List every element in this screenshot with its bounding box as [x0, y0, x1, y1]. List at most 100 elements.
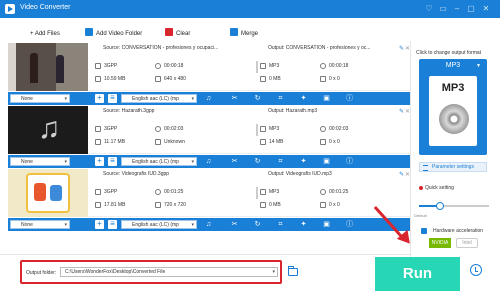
output-resolution: 0 x 0: [329, 76, 340, 82]
cart-icon[interactable]: ▭: [437, 3, 449, 15]
audio-track-select[interactable]: English aac (LC) (mp ▾: [121, 157, 197, 166]
source-resolution: Unknown: [164, 139, 185, 145]
run-button[interactable]: Run: [375, 257, 460, 291]
parameter-settings-button[interactable]: Parameter settings: [419, 162, 487, 172]
convert-arrow: [256, 61, 258, 73]
edit-icon[interactable]: ✎: [399, 45, 404, 52]
format-icon: [260, 189, 266, 195]
output-duration: 00:01:25: [329, 189, 349, 195]
output-resolution: 0 x 0: [329, 202, 340, 208]
format-hint: Click to change output format: [416, 50, 482, 56]
source-resolution: 640 x 480: [164, 76, 186, 82]
slider-knob[interactable]: [436, 202, 444, 210]
folder-icon[interactable]: [288, 266, 298, 276]
source-format: 3GPP: [104, 189, 118, 195]
trim-icon[interactable]: ✂: [230, 94, 239, 103]
subtitle-select[interactable]: None ▾: [10, 220, 70, 229]
output-settings-panel: Click to change output format MP3 ▼ MP3 …: [410, 41, 500, 291]
watermark-icon[interactable]: ▣: [322, 220, 331, 229]
size-icon: [260, 76, 266, 82]
app-logo-icon: [5, 4, 15, 14]
task-options-bar: None ▾ + ≡ English aac (LC) (mp ▾ ♫ ✂ ↻ ⌗ …: [8, 92, 410, 105]
convert-arrow: [256, 124, 258, 136]
clock-icon: [320, 189, 326, 195]
clock-icon: [155, 126, 161, 132]
info-icon[interactable]: ⓘ: [345, 157, 354, 166]
clear-button[interactable]: Clear: [165, 28, 190, 41]
subtitle-select[interactable]: None ▾: [10, 94, 70, 103]
clock-icon: [320, 63, 326, 69]
rotate-icon[interactable]: ↻: [253, 157, 262, 166]
rotate-icon[interactable]: ↻: [253, 220, 262, 229]
edit-icon[interactable]: ✎: [399, 108, 404, 115]
thumbnail[interactable]: ♫: [8, 106, 88, 154]
trim-icon[interactable]: ✂: [230, 157, 239, 166]
minimize-button[interactable]: –: [451, 3, 463, 15]
output-format-selector[interactable]: MP3 ▼ MP3: [419, 59, 487, 155]
source-format: 3GPP: [104, 126, 118, 132]
add-files-button[interactable]: + Add Files: [30, 28, 60, 41]
alarm-clock-icon[interactable]: [470, 264, 482, 276]
rotate-icon[interactable]: ↻: [253, 94, 262, 103]
audio-track-select[interactable]: English aac (LC) (mp ▾: [121, 94, 197, 103]
resolution-icon: [155, 202, 161, 208]
intel-badge[interactable]: Intel: [456, 238, 478, 248]
merge-button[interactable]: Merge: [230, 28, 258, 41]
size-icon: [95, 76, 101, 82]
trim-icon[interactable]: ✂: [230, 220, 239, 229]
add-subtitle-button[interactable]: +: [95, 220, 104, 229]
size-icon: [260, 202, 266, 208]
quality-slider[interactable]: [419, 201, 497, 211]
audio-icon[interactable]: ♫: [204, 157, 213, 166]
output-name: Output: Hazarath.mp3: [268, 108, 318, 114]
info-icon[interactable]: ⓘ: [345, 220, 354, 229]
subtitle-edit-button[interactable]: ≡: [108, 220, 117, 229]
resolution-icon: [320, 202, 326, 208]
subtitle-edit-button[interactable]: ≡: [108, 157, 117, 166]
source-name: Source: Hazarath.3gpp: [103, 108, 155, 114]
output-duration: 00:02:03: [329, 126, 349, 132]
subtitle-select[interactable]: None ▾: [10, 157, 70, 166]
output-folder-field[interactable]: C:\Users\WonderFox\Desktop\Converted Fil…: [60, 267, 278, 277]
mp3-format-icon: MP3: [429, 76, 477, 146]
output-name: Output: CONVERSATION - profesiones y oc.…: [268, 45, 371, 51]
task-row: ♫ Source: Hazarath.3gpp 3GPP 00:02:03 11…: [8, 106, 410, 154]
info-icon[interactable]: ⓘ: [345, 94, 354, 103]
merge-icon: [230, 28, 238, 36]
add-subtitle-button[interactable]: +: [95, 157, 104, 166]
title-bar: Video Converter ♡ ▭ – ▢ ✕: [0, 0, 500, 18]
nvidia-badge[interactable]: NVIDIA: [429, 238, 451, 248]
format-icon: [260, 63, 266, 69]
watermark-icon[interactable]: ▣: [322, 157, 331, 166]
audio-icon[interactable]: ♫: [204, 94, 213, 103]
crop-icon[interactable]: ⌗: [276, 220, 285, 229]
format-icon: [260, 126, 266, 132]
hardware-acceleration-toggle[interactable]: Hardware acceleration: [419, 226, 497, 236]
format-icon-text: MP3: [441, 82, 465, 94]
chevron-down-icon: ▼: [476, 63, 481, 69]
app-title: Video Converter: [20, 4, 71, 11]
audio-track-select[interactable]: English aac (LC) (mp ▾: [121, 220, 197, 229]
watermark-icon[interactable]: ▣: [322, 94, 331, 103]
subtitle-edit-button[interactable]: ≡: [108, 94, 117, 103]
resolution-icon: [155, 139, 161, 145]
output-size: 0 MB: [269, 76, 281, 82]
audio-icon[interactable]: ♫: [204, 220, 213, 229]
effects-icon[interactable]: ✦: [299, 220, 308, 229]
add-subtitle-button[interactable]: +: [95, 94, 104, 103]
effects-icon[interactable]: ✦: [299, 157, 308, 166]
effects-icon[interactable]: ✦: [299, 94, 308, 103]
close-button[interactable]: ✕: [480, 3, 492, 15]
thumbnail[interactable]: [8, 43, 88, 91]
resolution-icon: [155, 76, 161, 82]
size-icon: [260, 139, 266, 145]
favorite-icon[interactable]: ♡: [423, 3, 435, 15]
output-folder-highlight: Output folder: C:\Users\WonderFox\Deskto…: [20, 260, 282, 284]
maximize-button[interactable]: ▢: [465, 3, 477, 15]
crop-icon[interactable]: ⌗: [276, 94, 285, 103]
crop-icon[interactable]: ⌗: [276, 157, 285, 166]
convert-arrow: [256, 187, 258, 199]
thumbnail[interactable]: [8, 169, 88, 217]
edit-icon[interactable]: ✎: [399, 171, 404, 178]
add-video-folder-button[interactable]: Add Video Folder: [85, 28, 142, 41]
